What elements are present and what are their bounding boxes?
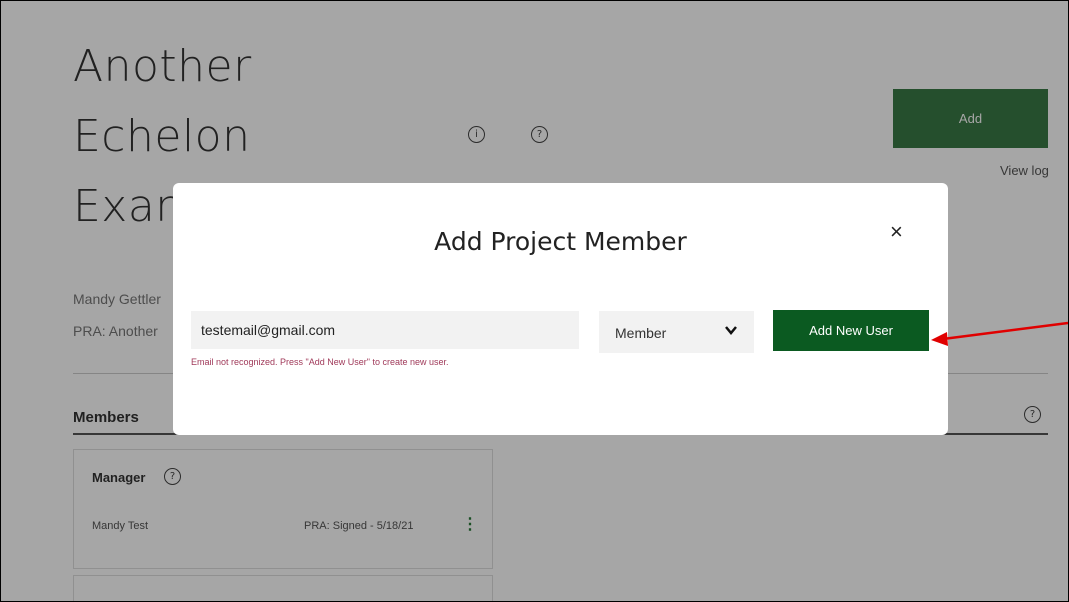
screenshot-frame: Another Echelon Exan i ? Add View log Ma…: [0, 0, 1069, 602]
annotation-arrow-head: [931, 332, 948, 346]
annotation-arrow: [931, 321, 1068, 346]
annotation-arrow-line: [942, 321, 1068, 341]
